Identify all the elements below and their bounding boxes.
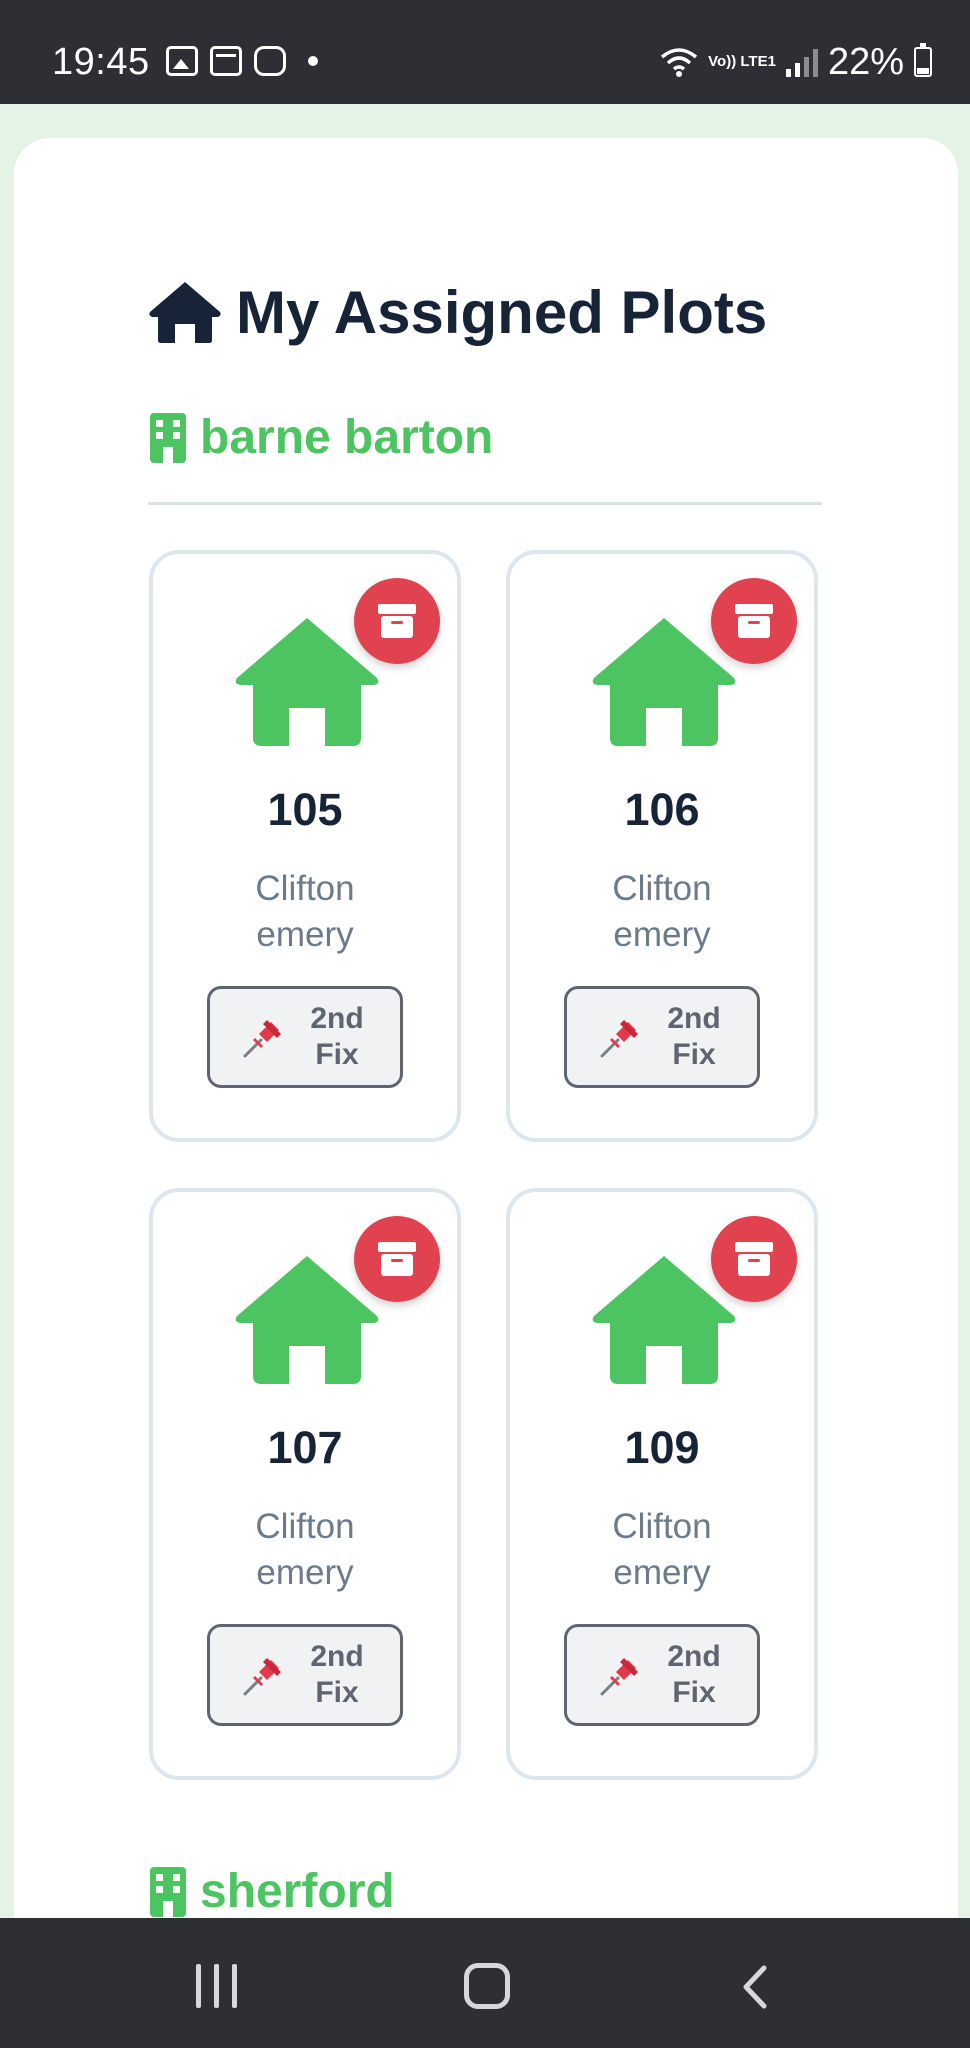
recent-apps-icon [196,1964,201,2008]
stage-label-line2: Fix [315,1676,359,1709]
archive-icon [378,1242,416,1276]
stage-button[interactable]: 2nd Fix [207,986,403,1088]
plot-number: 105 [267,784,343,835]
site-divider [148,502,822,505]
client-last-name: emery [256,915,354,954]
battery-level-fill [917,68,929,74]
site-heading-sherford: sherford [148,1864,395,1919]
plot-card[interactable]: 105 Clifton emery 2nd Fix [149,550,461,1142]
pushpin-icon [243,1658,281,1696]
page-title: My Assigned Plots [148,272,767,352]
stage-button[interactable]: 2nd Fix [564,1624,760,1726]
notification-icons [166,46,318,76]
building-icon [150,1866,186,1917]
stage-label-line1: 2nd [310,1002,364,1035]
archive-icon [378,604,416,638]
plot-card[interactable]: 106 Clifton emery 2nd Fix [506,550,818,1142]
signal-strength-icon [785,47,818,77]
building-icon [150,412,186,463]
plot-card[interactable]: 107 Clifton emery 2nd Fix [149,1188,461,1780]
more-notifications-dot-icon [308,56,318,66]
client-first-name: Clifton [255,1507,355,1546]
chat-notification-icon [254,46,286,76]
system-status: Vo)) LTE1 22% [660,38,932,86]
stage-button[interactable]: 2nd Fix [207,1624,403,1726]
status-bar: 19:45 Vo)) LTE1 22% [0,0,970,104]
wifi-icon [661,48,698,77]
plot-number: 107 [267,1422,343,1473]
recent-apps-button[interactable] [196,1964,237,2008]
pushpin-icon [600,1658,638,1696]
archive-button[interactable] [711,1216,797,1302]
site-name: barne barton [200,411,494,464]
site-name: sherford [200,1865,395,1918]
stage-label-line1: 2nd [667,1002,721,1035]
network-type-label: Vo)) LTE1 [708,53,776,70]
calendar-notification-icon [210,46,242,76]
client-first-name: Clifton [612,1507,712,1546]
plot-client: Clifton emery [153,1504,457,1596]
status-time: 19:45 [52,41,150,83]
plot-client: Clifton emery [510,1504,814,1596]
stage-button[interactable]: 2nd Fix [564,986,760,1088]
battery-icon [914,43,932,77]
stage-label-line1: 2nd [667,1640,721,1673]
archive-icon [735,604,773,638]
archive-button[interactable] [354,578,440,664]
plot-client: Clifton emery [153,866,457,958]
stage-label-line2: Fix [315,1038,359,1071]
page-title-text: My Assigned Plots [236,278,768,346]
client-first-name: Clifton [612,869,712,908]
plot-card[interactable]: 109 Clifton emery 2nd Fix [506,1188,818,1780]
stage-label-line1: 2nd [310,1640,364,1673]
home-icon [149,282,221,343]
client-last-name: emery [613,915,711,954]
stage-label-line2: Fix [672,1676,716,1709]
site-heading-barne-barton: barne barton [148,410,493,465]
stage-label: 2nd Fix [662,1001,726,1073]
client-last-name: emery [256,1553,354,1592]
stage-label-line2: Fix [672,1038,716,1071]
stage-label: 2nd Fix [305,1001,369,1073]
archive-button[interactable] [354,1216,440,1302]
plot-number: 109 [624,1422,700,1473]
pushpin-icon [243,1020,281,1058]
pushpin-icon [600,1020,638,1058]
client-first-name: Clifton [255,869,355,908]
gallery-notification-icon [166,46,198,76]
client-last-name: emery [613,1553,711,1592]
home-button[interactable] [464,1963,510,2009]
plot-client: Clifton emery [510,866,814,958]
stage-label: 2nd Fix [305,1639,369,1711]
stage-label: 2nd Fix [662,1639,726,1711]
archive-icon [735,1242,773,1276]
navigation-bar [0,1918,970,2048]
battery-percentage: 22% [827,41,904,83]
archive-button[interactable] [711,578,797,664]
back-button[interactable] [740,1964,770,2010]
plot-number: 106 [624,784,700,835]
